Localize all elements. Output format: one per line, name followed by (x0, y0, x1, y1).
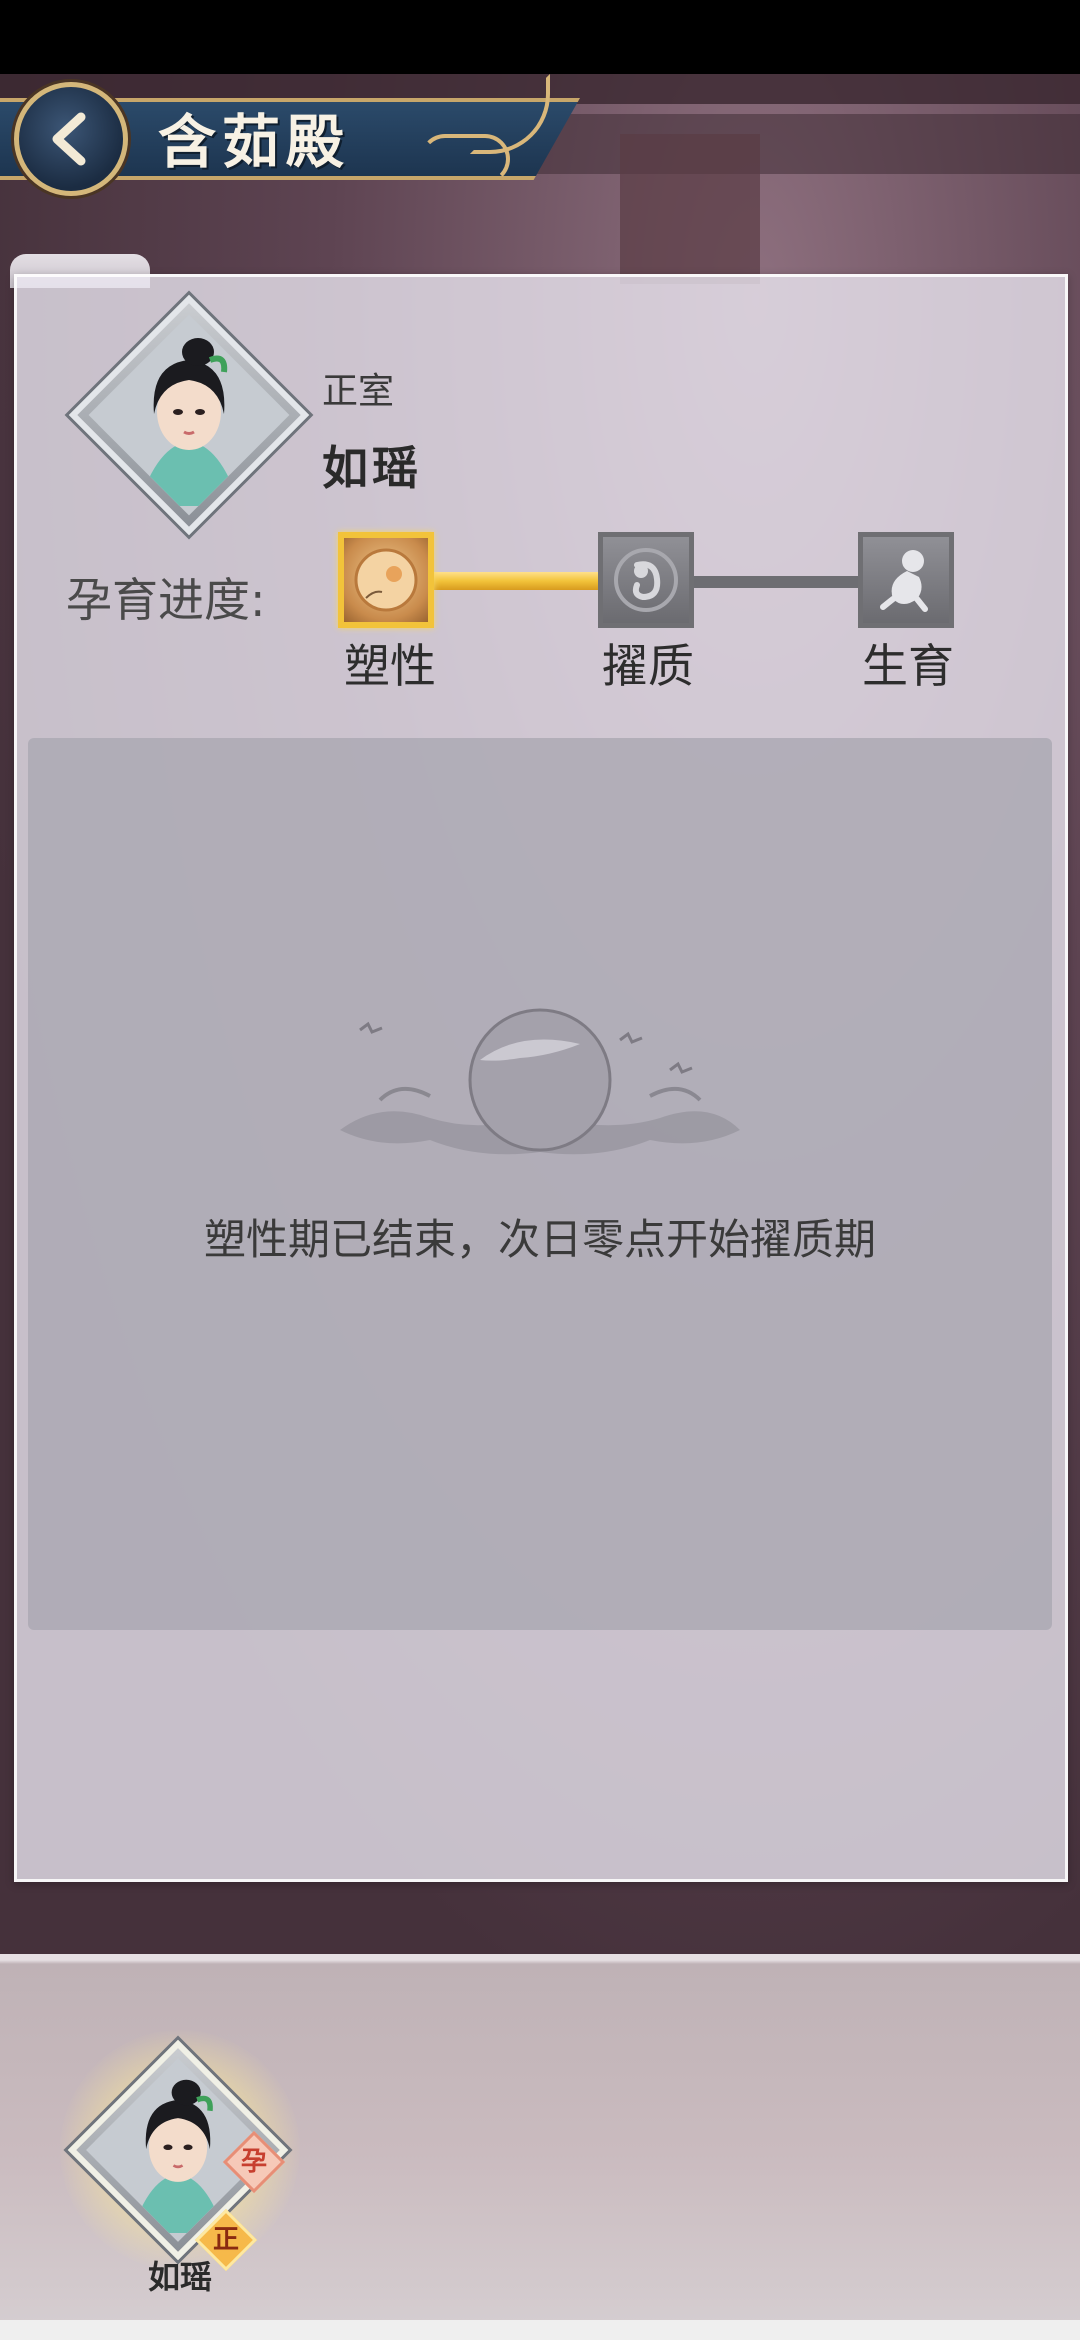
stage-label-birth: 生育 (862, 639, 954, 693)
stage-node-birth[interactable] (858, 532, 954, 628)
chevron-left-icon (52, 112, 86, 166)
stage-status-message: 塑性期已结束，次日零点开始擢质期 (203, 1215, 876, 1264)
consort-list-item-name: 如瑶 (147, 2258, 212, 2296)
stage-label-shaping: 塑性 (344, 639, 436, 693)
page-title: 含茹殿 (158, 108, 351, 176)
consort-role: 正室 (322, 371, 395, 412)
stage-label-refining: 擢质 (602, 639, 694, 693)
system-nav-bar (0, 2320, 1080, 2340)
yin-orb-emblem-icon (340, 1008, 740, 1155)
status-bar (0, 0, 1080, 74)
progress-connector-1 (430, 572, 602, 590)
stage-node-shaping[interactable] (338, 532, 434, 628)
embryo-icon (614, 548, 678, 612)
back-button[interactable] (14, 82, 128, 196)
egg-cell-icon (354, 548, 418, 612)
stage-node-refining[interactable] (598, 532, 694, 628)
baby-icon (880, 550, 928, 612)
progress-label: 孕育进度: (66, 573, 266, 627)
consort-name: 如瑶 (322, 441, 422, 495)
progress-connector-2 (690, 576, 864, 588)
